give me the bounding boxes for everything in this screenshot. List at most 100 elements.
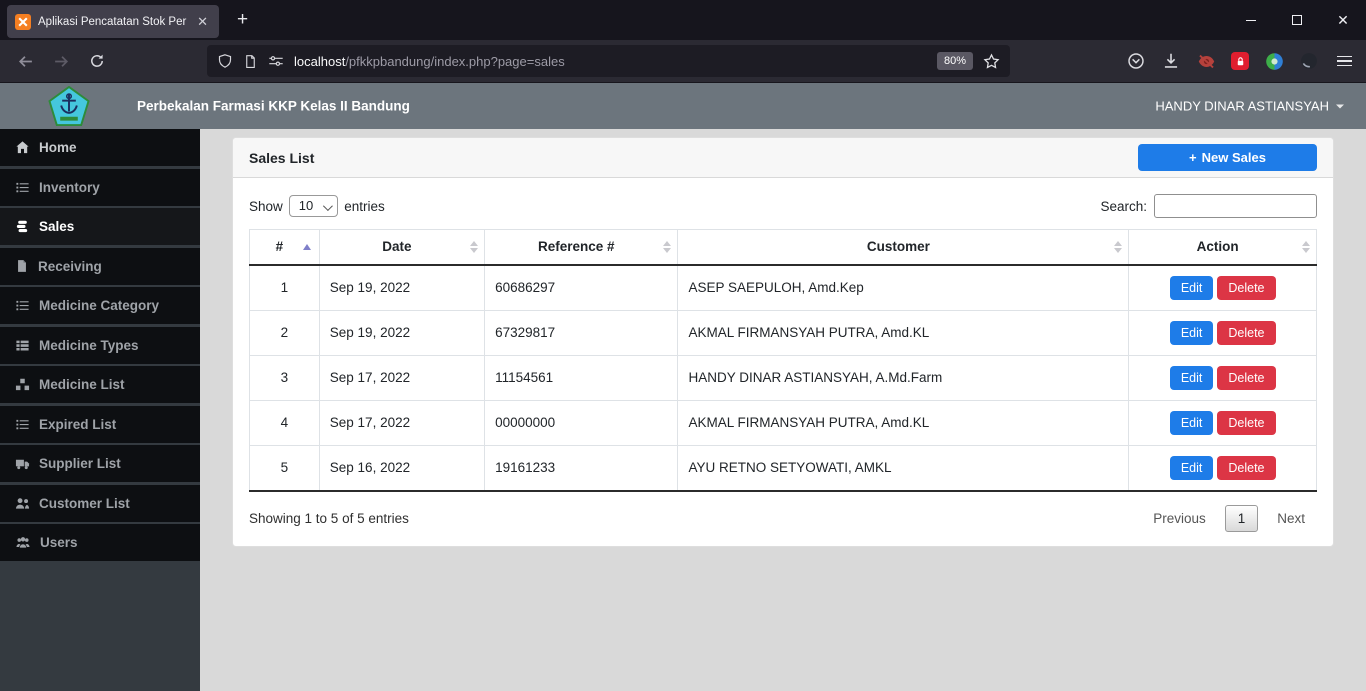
extension-shield-lock-icon[interactable] [1231, 52, 1249, 70]
chevron-down-icon [1336, 104, 1344, 108]
sales-table: # Date Reference # Customer Action 1 Sep… [249, 229, 1317, 492]
column-header-reference[interactable]: Reference # [484, 229, 679, 266]
user-dropdown[interactable]: HANDY DINAR ASTIANSYAH [1155, 99, 1344, 114]
users-icon [16, 537, 30, 548]
user-name: HANDY DINAR ASTIANSYAH [1155, 98, 1329, 114]
pagination: Previous 1 Next [1141, 504, 1317, 532]
cell-reference: 19161233 [484, 444, 679, 492]
sidebar-item-inventory[interactable]: Inventory [0, 168, 200, 206]
cell-customer: AKMAL FIRMANSYAH PUTRA, Amd.KL [677, 309, 1130, 356]
table-row: 4 Sep 17, 2022 00000000 AKMAL FIRMANSYAH… [249, 399, 1317, 446]
page-length-select[interactable]: 10 [288, 195, 339, 217]
bookmark-star-icon[interactable] [983, 52, 1000, 70]
edit-button[interactable]: Edit [1169, 275, 1214, 300]
table-header-row: # Date Reference # Customer Action [249, 229, 1317, 266]
delete-button[interactable]: Delete [1217, 320, 1276, 345]
refresh-icon[interactable] [86, 50, 108, 72]
cell-action: Edit Delete [1128, 399, 1317, 446]
close-button[interactable]: ✕ [1320, 0, 1366, 40]
cell-num: 5 [249, 444, 320, 492]
delete-button[interactable]: Delete [1217, 455, 1276, 480]
cell-customer: ASEP SAEPULOH, Amd.Kep [677, 264, 1130, 311]
sort-icon [470, 240, 479, 253]
zoom-level-badge[interactable]: 80% [936, 52, 973, 70]
sort-icon [663, 240, 672, 253]
sidebar-item-home[interactable]: Home [0, 129, 200, 166]
app-title: Perbekalan Farmasi KKP Kelas II Bandung [137, 98, 410, 114]
sidebar-item-sales[interactable]: Sales [0, 208, 200, 245]
table-row: 1 Sep 19, 2022 60686297 ASEP SAEPULOH, A… [249, 264, 1317, 311]
shield-icon[interactable] [217, 53, 233, 69]
kkp-logo[interactable] [47, 86, 91, 127]
new-sales-button[interactable]: + New Sales [1138, 144, 1317, 171]
pocket-icon[interactable] [1126, 51, 1146, 71]
tab-close-icon[interactable]: ✕ [194, 13, 211, 30]
delete-button[interactable]: Delete [1217, 275, 1276, 300]
sort-asc-icon [302, 243, 311, 250]
url-text[interactable]: localhost/pfkkpbandung/index.php?page=sa… [294, 54, 565, 69]
card-body: Show 10 entries Search: # Date Reference… [233, 178, 1333, 546]
browser-window: Aplikasi Pencatatan Stok Perbek ✕ + ✕ [0, 0, 1366, 691]
previous-page-button[interactable]: Previous [1141, 505, 1218, 532]
cell-date: Sep 19, 2022 [318, 264, 486, 311]
tab-title: Aplikasi Pencatatan Stok Perbek [38, 15, 187, 28]
sidebar-item-medicine-types[interactable]: Medicine Types [0, 326, 200, 364]
edit-button[interactable]: Edit [1169, 455, 1214, 480]
entries-label: entries [344, 198, 385, 214]
list-icon [16, 182, 29, 192]
extension-eye-icon[interactable] [1196, 51, 1216, 71]
th-list-icon [16, 340, 29, 350]
sort-icon [1114, 240, 1123, 253]
column-header-customer[interactable]: Customer [677, 229, 1130, 266]
url-bar[interactable]: localhost/pfkkpbandung/index.php?page=sa… [207, 45, 1010, 77]
cell-num: 4 [249, 399, 320, 446]
new-tab-icon[interactable]: + [237, 9, 248, 31]
next-page-button[interactable]: Next [1265, 505, 1317, 532]
menu-icon[interactable] [1334, 51, 1354, 71]
column-header-date[interactable]: Date [318, 229, 486, 266]
table-row: 2 Sep 19, 2022 67329817 AKMAL FIRMANSYAH… [249, 309, 1317, 356]
cell-action: Edit Delete [1128, 264, 1317, 311]
back-icon[interactable] [14, 50, 36, 72]
cell-num: 3 [249, 354, 320, 401]
search-input[interactable] [1154, 194, 1317, 218]
browser-tab[interactable]: Aplikasi Pencatatan Stok Perbek ✕ [7, 5, 219, 38]
sidebar-item-supplier-list[interactable]: Supplier List [0, 445, 200, 482]
cell-date: Sep 16, 2022 [318, 444, 486, 492]
home-icon [16, 141, 29, 154]
sidebar-item-receiving[interactable]: Receiving [0, 247, 200, 285]
cell-reference: 00000000 [484, 399, 679, 446]
column-header-action[interactable]: Action [1128, 229, 1317, 266]
downloads-icon[interactable] [1161, 51, 1181, 71]
window-controls: ✕ [1228, 0, 1366, 40]
current-page-button[interactable]: 1 [1224, 504, 1259, 532]
edit-button[interactable]: Edit [1169, 320, 1214, 345]
cell-reference: 11154561 [484, 354, 679, 401]
cell-customer: AKMAL FIRMANSYAH PUTRA, Amd.KL [677, 399, 1130, 446]
forward-icon[interactable] [50, 50, 72, 72]
cell-reference: 67329817 [484, 309, 679, 356]
search-label: Search: [1100, 198, 1147, 214]
extension-sphere-icon[interactable] [1299, 51, 1319, 71]
delete-button[interactable]: Delete [1217, 365, 1276, 390]
column-header-num[interactable]: # [249, 229, 320, 266]
delete-button[interactable]: Delete [1217, 410, 1276, 435]
sidebar-item-users[interactable]: Users [0, 524, 200, 561]
show-label: Show [249, 198, 283, 214]
edit-button[interactable]: Edit [1169, 365, 1214, 390]
sliders-icon[interactable] [268, 53, 284, 69]
sidebar-item-medicine-list[interactable]: Medicine List [0, 366, 200, 403]
restore-button[interactable] [1274, 0, 1320, 40]
edit-button[interactable]: Edit [1169, 410, 1214, 435]
cell-action: Edit Delete [1128, 309, 1317, 356]
table-row: 5 Sep 16, 2022 19161233 AYU RETNO SETYOW… [249, 444, 1317, 492]
boxes-icon [15, 378, 30, 391]
cell-date: Sep 17, 2022 [318, 399, 486, 446]
page-icon[interactable] [243, 54, 258, 69]
extension-swirl-icon[interactable] [1264, 51, 1284, 71]
plus-icon: + [1189, 150, 1197, 165]
minimize-button[interactable] [1228, 0, 1274, 40]
sidebar-item-customer-list[interactable]: Customer List [0, 484, 200, 522]
sidebar-item-medicine-category[interactable]: Medicine Category [0, 287, 200, 324]
sidebar-item-expired-list[interactable]: Expired List [0, 405, 200, 443]
